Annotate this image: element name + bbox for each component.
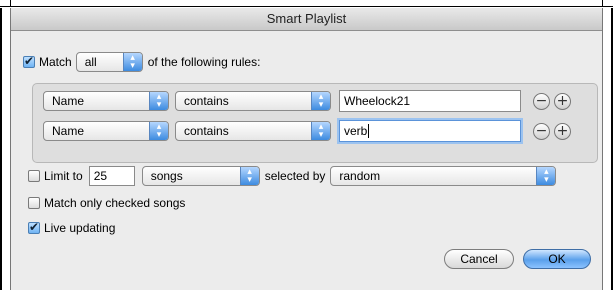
limit-value-text: 25: [93, 169, 108, 183]
rule-operator-popup[interactable]: contains ▴ ▾: [175, 121, 331, 141]
limit-row: Limit to 25 songs ▴ ▾ selected by random …: [28, 166, 557, 186]
live-updating-row: Live updating: [28, 220, 116, 235]
rule-operator-value: contains: [184, 124, 229, 138]
rule-field-value: Name: [52, 124, 85, 138]
match-checked-row: Match only checked songs: [28, 196, 185, 210]
live-updating-checkbox[interactable]: [28, 220, 40, 234]
match-suffix-label: of the following rules:: [147, 55, 261, 69]
updown-arrow-icon: ▴ ▾: [311, 122, 330, 140]
limit-unit-popup[interactable]: songs ▴ ▾: [141, 166, 260, 186]
remove-rule-button[interactable]: −: [533, 122, 550, 140]
match-checked-checkbox[interactable]: [28, 197, 40, 209]
rule-value-text: verb: [344, 124, 368, 138]
updown-arrow-icon: ▴ ▾: [149, 122, 168, 140]
rule-row: Name ▴ ▾ contains ▴ ▾ Wheelock21 − +: [43, 90, 571, 112]
updown-arrow-icon: ▴ ▾: [239, 167, 259, 185]
remove-rule-button[interactable]: −: [533, 92, 550, 110]
match-row: Match all ▴▾ of the following rules:: [23, 52, 260, 72]
rule-field-popup[interactable]: Name ▴ ▾: [43, 121, 169, 141]
rule-value-field[interactable]: verb: [339, 120, 521, 142]
cancel-button[interactable]: Cancel: [444, 249, 514, 269]
match-mode-popup[interactable]: all ▴ ▾: [75, 52, 143, 72]
limit-value-field[interactable]: 25: [88, 166, 135, 186]
outer-border-left: [0, 0, 2, 290]
rule-row: Name ▴ ▾ contains ▴ ▾ verb − +: [43, 120, 571, 142]
rule-field-value: Name: [52, 94, 85, 108]
limit-label: Limit to: [44, 169, 83, 183]
ok-button[interactable]: OK: [523, 249, 591, 269]
add-rule-button[interactable]: +: [554, 122, 571, 140]
smart-playlist-dialog: Smart Playlist Match all ▴▾ of the follo…: [10, 8, 603, 290]
add-rule-button[interactable]: +: [554, 92, 571, 110]
rule-operator-value: contains: [184, 94, 229, 108]
updown-arrow-icon: ▴ ▾: [536, 167, 556, 185]
selected-by-label: selected by: [264, 169, 326, 183]
match-checked-label: Match only checked songs: [44, 196, 186, 210]
rule-value-text: Wheelock21: [344, 94, 411, 108]
text-caret: [368, 124, 370, 138]
live-updating-label: Live updating: [44, 221, 116, 235]
limit-unit-value: songs: [150, 169, 183, 183]
rule-field-popup[interactable]: Name ▴ ▾: [43, 91, 169, 111]
limit-checkbox[interactable]: [28, 170, 40, 182]
updown-arrow-icon: ▴ ▾: [122, 53, 142, 71]
selected-by-value: random: [339, 169, 381, 183]
dialog-title: Smart Playlist: [11, 8, 602, 31]
match-checkbox[interactable]: [23, 54, 35, 68]
match-label: Match: [39, 55, 72, 69]
rule-operator-popup[interactable]: contains ▴ ▾: [175, 91, 331, 111]
rule-value-field[interactable]: Wheelock21: [339, 90, 521, 112]
match-mode-value: all: [84, 55, 97, 69]
selected-by-popup[interactable]: random ▴ ▾: [330, 166, 557, 186]
updown-arrow-icon: ▴ ▾: [311, 92, 330, 110]
background-strip: [0, 0, 613, 8]
updown-arrow-icon: ▴ ▾: [149, 92, 168, 110]
